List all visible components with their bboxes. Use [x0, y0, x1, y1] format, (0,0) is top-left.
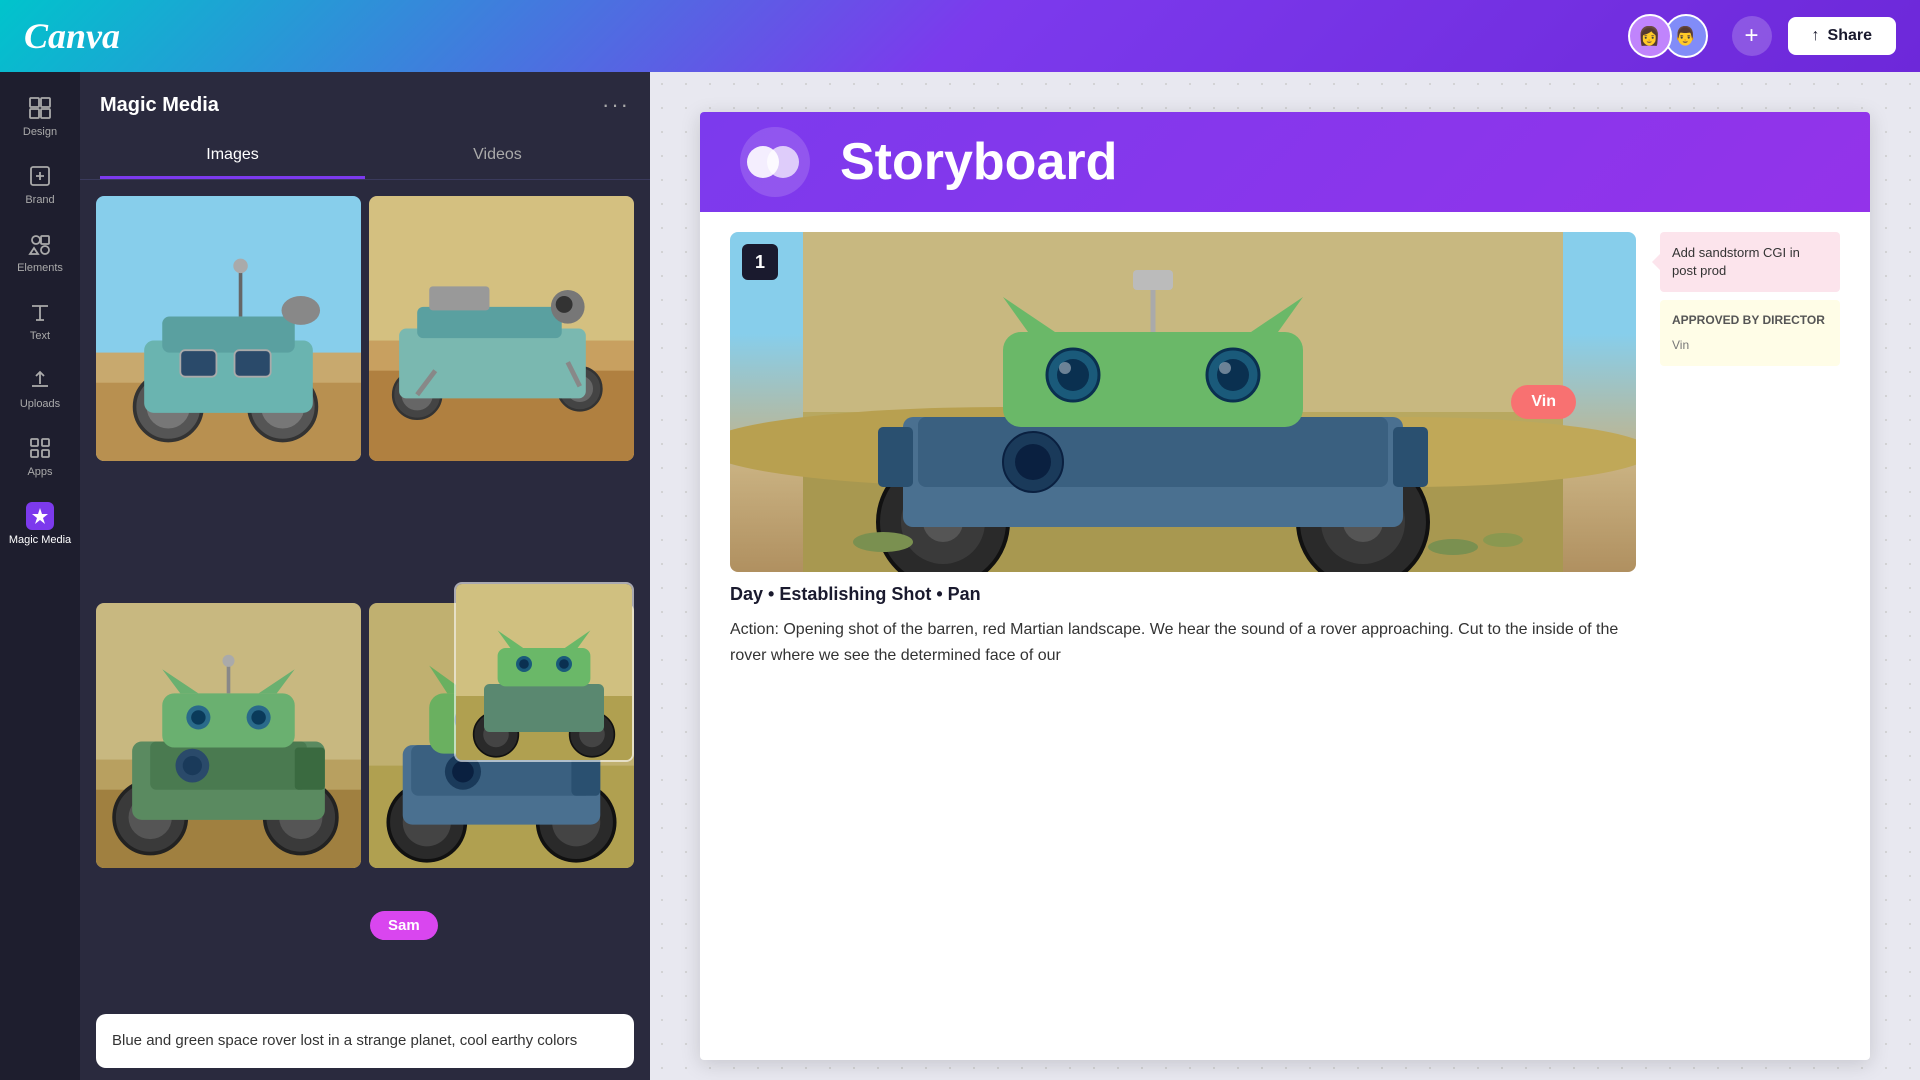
text-icon: [26, 298, 54, 326]
design-icon: [26, 94, 54, 122]
share-label: Share: [1828, 27, 1872, 45]
sidebar-item-text-label: Text: [30, 330, 50, 342]
header-actions: 👩 👨 + ↑ Share: [1628, 14, 1896, 58]
sidebar-item-design-label: Design: [23, 126, 57, 138]
apps-icon: [26, 434, 54, 462]
annotation-approved[interactable]: APPROVED BY DIRECTOR Vin: [1660, 300, 1840, 366]
scene-container: 1: [730, 232, 1636, 668]
image-cell-3[interactable]: [96, 603, 361, 868]
sidebar-item-magic-media[interactable]: Magic Media: [4, 492, 76, 556]
sam-cursor-badge: Sam: [370, 911, 438, 940]
sidebar-item-magic-label: Magic Media: [9, 534, 71, 546]
collaborator-avatars: 👩 👨: [1628, 14, 1708, 58]
share-icon: ↑: [1812, 27, 1820, 45]
panel-title: Magic Media: [100, 94, 219, 117]
elements-icon: [26, 230, 54, 258]
app-header: Canva 👩 👨 + ↑ Share: [0, 0, 1920, 72]
approved-label: APPROVED BY DIRECTOR: [1672, 312, 1828, 329]
approved-author: Vin: [1672, 337, 1828, 354]
sidebar-item-apps[interactable]: Apps: [4, 424, 76, 488]
storyboard-title: Storyboard: [840, 132, 1117, 192]
sidebar-item-elements-label: Elements: [17, 262, 63, 274]
prompt-text: Blue and green space rover lost in a str…: [112, 1030, 618, 1053]
panel-menu-button[interactable]: ···: [602, 92, 630, 118]
panel-tabs: Images Videos: [80, 134, 650, 180]
tab-images[interactable]: Images: [100, 134, 365, 179]
annotation-sandstorm[interactable]: Add sandstorm CGI in post prod: [1660, 232, 1840, 292]
sidebar-item-design[interactable]: Design: [4, 84, 76, 148]
main-layout: Design Brand Elements: [0, 72, 1920, 1080]
prompt-box: Blue and green space rover lost in a str…: [96, 1014, 634, 1069]
large-scene-image: Vin: [730, 232, 1636, 572]
sidebar-item-uploads[interactable]: Uploads: [4, 356, 76, 420]
sidebar-item-apps-label: Apps: [27, 466, 52, 478]
annotations-panel: Add sandstorm CGI in post prod APPROVED …: [1660, 232, 1840, 668]
sidebar: Design Brand Elements: [0, 72, 80, 1080]
storyboard-logo: [740, 127, 810, 197]
image-cell-1[interactable]: [96, 196, 361, 461]
magic-media-panel: Magic Media ··· Images Videos: [80, 72, 650, 1080]
scene-image-wrapper: 1: [730, 232, 1636, 572]
scene-caption: Day • Establishing Shot • Pan: [730, 584, 1636, 605]
storyboard-header: Storyboard: [700, 112, 1870, 212]
tab-videos[interactable]: Videos: [365, 134, 630, 179]
sidebar-item-text[interactable]: Text: [4, 288, 76, 352]
image-grid: [80, 196, 650, 1002]
add-collaborator-button[interactable]: +: [1732, 16, 1772, 56]
storyboard-container: Storyboard 1: [700, 112, 1870, 1060]
uploads-icon: [26, 366, 54, 394]
share-button[interactable]: ↑ Share: [1788, 17, 1896, 55]
panel-header: Magic Media ···: [80, 72, 650, 134]
storyboard-body: 1: [700, 212, 1870, 688]
magic-media-icon: [26, 502, 54, 530]
canva-logo: Canva: [24, 15, 120, 57]
canvas-area[interactable]: Storyboard 1: [650, 72, 1920, 1080]
sidebar-item-brand-label: Brand: [25, 194, 54, 206]
scene-number-badge: 1: [742, 244, 778, 280]
brand-icon: [26, 162, 54, 190]
annotation-sandstorm-text: Add sandstorm CGI in post prod: [1672, 245, 1800, 278]
sidebar-item-brand[interactable]: Brand: [4, 152, 76, 216]
dragged-image[interactable]: [454, 582, 634, 762]
avatar-user1: 👩: [1628, 14, 1672, 58]
image-cell-2[interactable]: [369, 196, 634, 461]
sidebar-item-elements[interactable]: Elements: [4, 220, 76, 284]
sidebar-item-uploads-label: Uploads: [20, 398, 60, 410]
vin-cursor-badge: Vin: [1511, 385, 1576, 419]
scene-description: Action: Opening shot of the barren, red …: [730, 617, 1636, 668]
